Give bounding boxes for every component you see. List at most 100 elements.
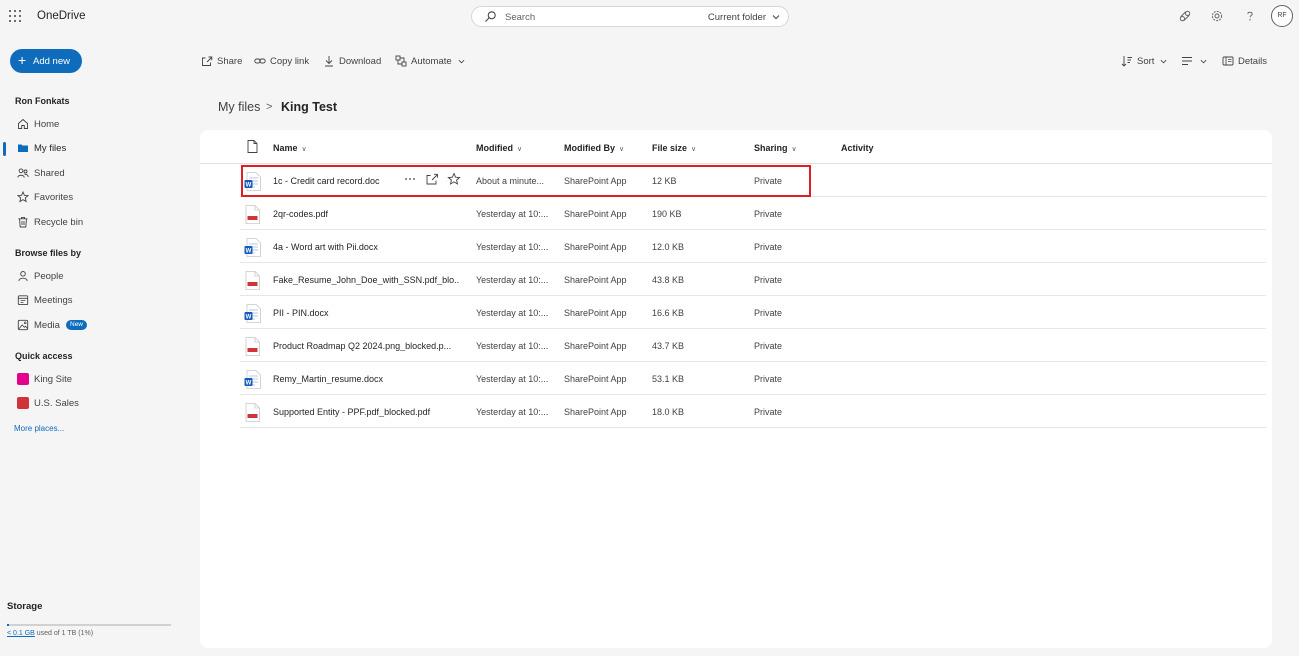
file-size: 190 KB [652,209,682,219]
table-row[interactable]: W Remy_Martin_resume.docx Yesterday at 10:… [240,362,1266,395]
file-modified-by[interactable]: SharePoint App [564,209,627,219]
file-size: 43.8 KB [652,275,685,285]
nav-user-name: Ron Fonkats [15,96,70,106]
site-logo-icon [17,397,29,409]
file-modified-by[interactable]: SharePoint App [564,407,627,417]
folder-icon [18,144,28,152]
file-modified-by[interactable]: SharePoint App [564,275,627,285]
svg-text:W: W [246,314,252,320]
word-file-icon: W [244,238,261,257]
storage-usage: < 0.1 GB used of 1 TB (1%) [7,630,94,637]
file-name[interactable]: PII - PIN.docx [273,308,459,318]
page-title: King Test [281,100,338,114]
table-row[interactable]: Supported Entity - PPF.pdf_blocked.pdf Ye… [240,395,1266,428]
table-row[interactable]: Fake_Resume_John_Doe_with_SSN.pdf_blo...… [240,263,1266,296]
column-activity[interactable]: Activity [841,143,874,153]
file-size: 43.7 KB [652,341,685,351]
file-sharing[interactable]: Private [754,374,782,384]
automate-icon [395,55,407,67]
storage-progress-bar [7,624,171,626]
people-icon [17,168,29,178]
nav-item-favorites[interactable]: Favorites [0,188,190,208]
app-title[interactable]: OneDrive [37,10,86,22]
file-name[interactable]: 2qr-codes.pdf [273,209,459,219]
breadcrumb-separator: > [266,101,273,113]
storage-used-link[interactable]: < 0.1 GB [7,630,35,637]
file-modified-by[interactable]: SharePoint App [564,341,627,351]
table-row[interactable]: W PII - PIN.docx Yesterday at 10:... ShareP… [240,296,1266,329]
file-sharing[interactable]: Private [754,242,782,252]
table-row[interactable]: W 4a - Word art with Pii.docx Yesterday at… [240,230,1266,263]
search-placeholder[interactable]: Search [505,12,535,23]
file-name[interactable]: Fake_Resume_John_Doe_with_SSN.pdf_blo... [273,275,459,285]
pdf-file-icon [244,337,261,356]
nav-item-meetings[interactable]: Meetings [0,291,190,311]
file-name[interactable]: Supported Entity - PPF.pdf_blocked.pdf [273,407,459,417]
nav-item-shared[interactable]: Shared [0,164,190,184]
person-icon [18,271,28,282]
download-icon [325,56,333,67]
file-list: Name ∨ Modified ∨ Modified By ∨ File size ∨ … [200,130,1272,648]
new-badge: New [66,320,88,330]
file-modified: Yesterday at 10:... [476,407,549,417]
column-sharing[interactable]: Sharing ∨ [754,143,797,153]
nav-item-us-sales[interactable]: U.S. Sales [0,394,190,414]
file-modified-by[interactable]: SharePoint App [564,308,627,318]
file-sharing[interactable]: Private [754,209,782,219]
file-sharing[interactable]: Private [754,407,782,417]
app-launcher-icon[interactable] [9,10,21,22]
pdf-file-icon [244,403,261,422]
file-name[interactable]: Remy_Martin_resume.docx [273,374,459,384]
trash-icon [18,216,28,228]
link-icon [254,58,266,64]
column-file-size[interactable]: File size ∨ [652,143,696,153]
file-modified-by[interactable]: SharePoint App [564,374,627,384]
avatar[interactable]: RF [1271,5,1293,27]
add-new-button[interactable]: + Add new [10,49,82,73]
file-sharing[interactable]: Private [754,275,782,285]
chevron-down-icon [1200,59,1207,64]
file-name[interactable]: 4a - Word art with Pii.docx [273,242,459,252]
file-modified: Yesterday at 10:... [476,374,549,384]
file-modified: Yesterday at 10:... [476,275,549,285]
help-icon[interactable] [1243,9,1257,23]
search-scope-dropdown[interactable]: Current folder [708,12,766,23]
share-network-icon[interactable] [1178,9,1192,23]
column-name[interactable]: Name ∨ [273,143,307,153]
nav-item-people[interactable]: People [0,267,190,287]
nav-item-media[interactable]: Media New [0,316,190,336]
column-modified[interactable]: Modified ∨ [476,143,522,153]
home-icon [18,118,28,129]
file-size: 16.6 KB [652,308,685,318]
table-row[interactable]: 2qr-codes.pdf Yesterday at 10:... SharePoi… [240,197,1266,230]
table-row[interactable]: Product Roadmap Q2 2024.png_blocked.p...… [240,329,1266,362]
pdf-file-icon [244,271,261,290]
file-type-icon[interactable] [247,140,258,153]
chevron-down-icon[interactable] [772,13,780,21]
file-modified: Yesterday at 10:... [476,308,549,318]
active-indicator [3,142,6,156]
file-sharing[interactable]: Private [754,341,782,351]
breadcrumb-my-files[interactable]: My files [218,100,260,114]
file-sharing[interactable]: Private [754,308,782,318]
word-file-icon: W [244,370,261,389]
nav-item-king-site[interactable]: King Site [0,370,190,390]
file-modified-by[interactable]: SharePoint App [564,242,627,252]
nav-item-recycle-bin[interactable]: Recycle bin [0,213,190,233]
nav-item-home[interactable]: Home [0,115,190,135]
gear-icon[interactable] [1210,9,1224,23]
file-modified: Yesterday at 10:... [476,209,549,219]
nav-item-my-files[interactable]: My files [0,139,190,159]
nav-browse-heading: Browse files by [15,248,82,258]
plus-icon: + [18,52,27,68]
pdf-file-icon [244,205,261,224]
svg-text:W: W [246,248,252,254]
more-places-link[interactable]: More places... [14,424,64,433]
file-name[interactable]: Product Roadmap Q2 2024.png_blocked.p... [273,341,459,351]
file-list-header: Name ∨ Modified ∨ Modified By ∨ File size ∨ … [200,130,1272,164]
search-box[interactable]: Search Current folder [471,6,789,27]
star-icon [17,191,29,203]
nav-quick-access-heading: Quick access [15,351,73,361]
search-icon [485,11,496,22]
column-modified-by[interactable]: Modified By ∨ [564,143,624,153]
